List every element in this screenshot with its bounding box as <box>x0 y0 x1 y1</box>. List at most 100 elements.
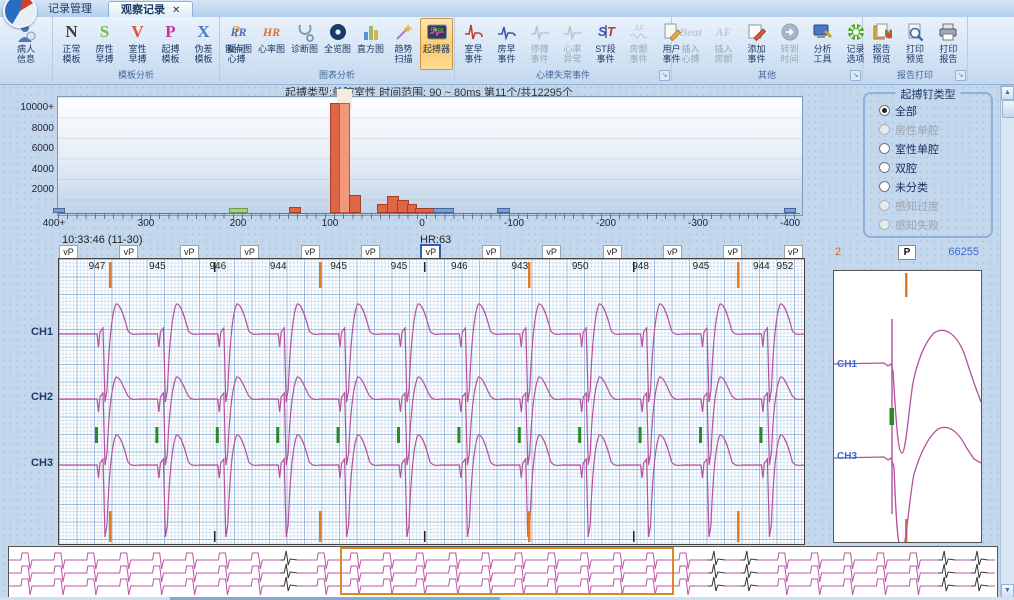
beat-annotation-vp[interactable]: vP <box>119 245 138 259</box>
pac-event-button[interactable]: 房早事件 <box>490 18 523 70</box>
scatter-plot-icon: RR <box>230 20 246 44</box>
paced-template-button[interactable]: P起搏模板 <box>154 18 187 70</box>
tab-observe-record[interactable]: 观察记录✕ <box>108 1 193 18</box>
detail-beat-index: 2 <box>835 246 841 258</box>
dialog-launcher-icon[interactable]: ↘ <box>659 70 670 81</box>
rr-interval-value: 950 <box>565 261 595 272</box>
beat-blue-icon <box>497 20 517 44</box>
button-label: 全览图 <box>324 44 351 54</box>
ecg-strip-view[interactable]: 947945946944945945946943950948945944952 <box>58 258 805 545</box>
normal-template-icon: N <box>65 20 77 44</box>
dialog-launcher-icon[interactable]: ↘ <box>850 70 861 81</box>
pace-interval-histogram[interactable] <box>58 97 800 213</box>
button-label: 房颤 <box>714 54 732 64</box>
radio-icon <box>879 200 890 211</box>
beat-annotation-vp[interactable]: vP <box>240 245 259 259</box>
ecg-waveforms <box>59 259 804 544</box>
detail-beat-number: 66255 <box>933 246 979 258</box>
button-label: 事件 <box>629 54 647 64</box>
beat-annotation-vp[interactable]: vP <box>784 245 803 259</box>
goto-time-button: 转到时间 <box>773 18 806 70</box>
radio-icon[interactable] <box>879 143 890 154</box>
beat-annotation-vp[interactable]: vP <box>301 245 320 259</box>
tools-icon <box>813 20 833 44</box>
beat-annotation-vp[interactable]: vP <box>180 245 199 259</box>
st-segment-event-button[interactable]: STST段事件 <box>589 18 622 70</box>
pacer-type-radio-5: 感知过度 <box>879 199 939 212</box>
pacer-type-radio-2[interactable]: 室性单腔 <box>879 142 939 155</box>
radio-icon[interactable] <box>879 181 890 192</box>
button-label: 心搏 <box>681 54 699 64</box>
scatter-plot-button[interactable]: RR散点图 <box>222 18 255 70</box>
rr-interval-value: 946 <box>444 261 474 272</box>
atrial-premature-template-button[interactable]: S房性早搏 <box>88 18 121 70</box>
af-icon: AF <box>629 20 649 44</box>
beat-annotation-vp[interactable]: vP <box>663 245 682 259</box>
radio-icon <box>879 219 890 230</box>
rr-interval-value: 948 <box>626 261 656 272</box>
beat-annotation-vp[interactable]: vP <box>482 245 501 259</box>
pacemaker-button[interactable]: Pace起搏器 <box>420 18 453 70</box>
histogram-plot-button[interactable]: 直方图 <box>354 18 387 70</box>
report-preview-button[interactable]: 报告预览 <box>865 18 898 70</box>
button-label: 停搏 <box>530 44 548 54</box>
ribbon-group-图表分析: RR散点图HR心率图诊断图全览图直方图趋势扫描Pace起搏器图表分析 <box>220 17 455 81</box>
beat-annotation-vp[interactable]: vP <box>59 245 78 259</box>
x-axis-tick-label: 200 <box>216 218 260 229</box>
vertical-scrollbar[interactable]: ▲ ▼ <box>1000 85 1014 599</box>
pacer-type-radio-0[interactable]: 全部 <box>879 104 917 117</box>
y-axis-tick-label: 8000 <box>12 123 54 134</box>
insert-beat-icon: Beat <box>679 20 702 44</box>
normal-template-button[interactable]: N正常模板 <box>55 18 88 70</box>
pvc-event-button[interactable]: 室早事件 <box>457 18 490 70</box>
donut-icon <box>328 20 348 44</box>
add-event-button[interactable]: 添加事件 <box>740 18 773 70</box>
button-label: 插入 <box>714 44 732 54</box>
histogram-bar[interactable] <box>53 208 65 213</box>
beat-detail-panel[interactable]: CH1CH3 <box>833 270 982 543</box>
overview-plot-button[interactable]: 全览图 <box>321 18 354 70</box>
artifact-template-button[interactable]: X伪差模板 <box>187 18 220 70</box>
button-label: 事件 <box>747 54 765 64</box>
beat-annotation-vp[interactable]: vP <box>603 245 622 259</box>
button-label: 打印 <box>906 44 924 54</box>
atrial-premature-template-icon: S <box>100 20 109 44</box>
addevt-icon <box>747 20 767 44</box>
heart-rate-plot-button[interactable]: HR心率图 <box>255 18 288 70</box>
histogram-bar[interactable] <box>349 195 361 213</box>
ventricular-premature-template-button[interactable]: V室性早搏 <box>121 18 154 70</box>
pacer-type-radio-4[interactable]: 未分类 <box>879 180 928 193</box>
analysis-tools-button[interactable]: 分析工具 <box>806 18 839 70</box>
print-report-button[interactable]: 打印报告 <box>932 18 965 70</box>
beat-annotation-vp[interactable]: vP <box>723 245 742 259</box>
radio-icon[interactable] <box>879 105 890 116</box>
y-axis-tick-label: 6000 <box>12 143 54 154</box>
dialog-launcher-icon[interactable]: ↘ <box>955 70 966 81</box>
rr-interval-value: 944 <box>263 261 293 272</box>
pacer-type-radio-3[interactable]: 双腔 <box>879 161 917 174</box>
diagnosis-plot-button[interactable]: 诊断图 <box>288 18 321 70</box>
vertical-scroll-thumb[interactable] <box>1002 100 1014 118</box>
print-preview-button[interactable]: 打印预览 <box>898 18 931 70</box>
histogram-bar[interactable] <box>433 208 454 213</box>
svg-text:T: T <box>607 24 616 39</box>
tab-record-management[interactable]: 记录管理 <box>36 1 104 17</box>
histogram-bar[interactable] <box>289 207 301 213</box>
button-label: 伪差 <box>194 44 212 54</box>
radio-icon[interactable] <box>879 162 890 173</box>
detail-beat-label[interactable]: P <box>898 245 916 260</box>
histogram-bar[interactable] <box>415 208 435 213</box>
histogram-bar[interactable] <box>497 208 510 213</box>
ecg-overview-strip[interactable] <box>8 546 998 599</box>
histogram-bar[interactable] <box>784 208 796 213</box>
scroll-up-icon[interactable]: ▲ <box>1001 86 1014 100</box>
beat-annotation-vp[interactable]: vP <box>542 245 561 259</box>
beat-annotation-vp[interactable]: vP <box>361 245 380 259</box>
trend-scan-button[interactable]: 趋势扫描 <box>387 18 420 70</box>
close-tab-icon[interactable]: ✕ <box>172 5 180 16</box>
histogram-bar[interactable] <box>229 208 248 213</box>
scroll-down-icon[interactable]: ▼ <box>1001 584 1014 598</box>
ribbon-group-其他: Beat插入心搏AF插入房颤添加事件转到时间分析工具记录选项其他↘ <box>672 17 863 81</box>
button-label: 心率图 <box>258 44 285 54</box>
rr-interval-value: 945 <box>324 261 354 272</box>
